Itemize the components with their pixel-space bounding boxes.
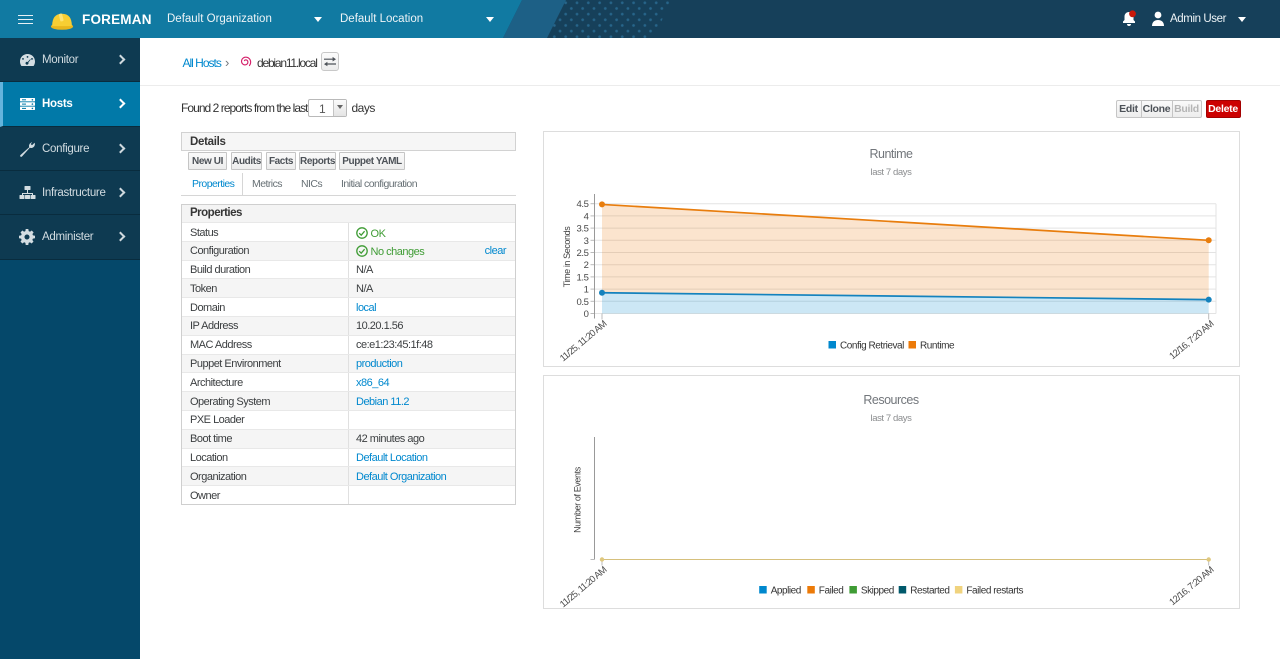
svg-text:last 7 days: last 7 days	[870, 167, 912, 178]
svg-text:Applied: Applied	[771, 586, 801, 597]
svg-text:Config Retrieval: Config Retrieval	[840, 341, 904, 352]
svg-text:2.5: 2.5	[576, 248, 588, 259]
svg-text:Resources: Resources	[863, 393, 918, 407]
svg-text:Runtime: Runtime	[920, 341, 955, 352]
svg-text:0.5: 0.5	[576, 297, 588, 308]
svg-text:Failed: Failed	[819, 586, 844, 597]
svg-text:3.5: 3.5	[576, 224, 588, 235]
svg-text:1.5: 1.5	[576, 272, 588, 283]
svg-text:Number of Events: Number of Events	[573, 466, 583, 533]
svg-text:12/16, 7:20 AM: 12/16, 7:20 AM	[1167, 318, 1216, 362]
svg-text:last 7 days: last 7 days	[870, 413, 912, 424]
svg-text:4.5: 4.5	[576, 199, 588, 210]
svg-text:Failed restarts: Failed restarts	[966, 586, 1023, 597]
svg-text:0: 0	[584, 309, 589, 320]
svg-text:Restarted: Restarted	[910, 586, 949, 597]
svg-text:11/25, 11:20 AM: 11/25, 11:20 AM	[558, 564, 610, 609]
svg-text:12/16, 7:20 AM: 12/16, 7:20 AM	[1167, 564, 1216, 608]
svg-text:2: 2	[584, 260, 589, 271]
svg-text:4: 4	[584, 211, 589, 222]
svg-text:Time in Seconds: Time in Seconds	[562, 226, 572, 288]
svg-text:11/25, 11:20 AM: 11/25, 11:20 AM	[558, 318, 610, 364]
svg-text:Skipped: Skipped	[861, 586, 894, 597]
svg-text:1: 1	[584, 285, 589, 296]
svg-text:3: 3	[584, 236, 589, 247]
svg-text:Runtime: Runtime	[869, 147, 913, 161]
